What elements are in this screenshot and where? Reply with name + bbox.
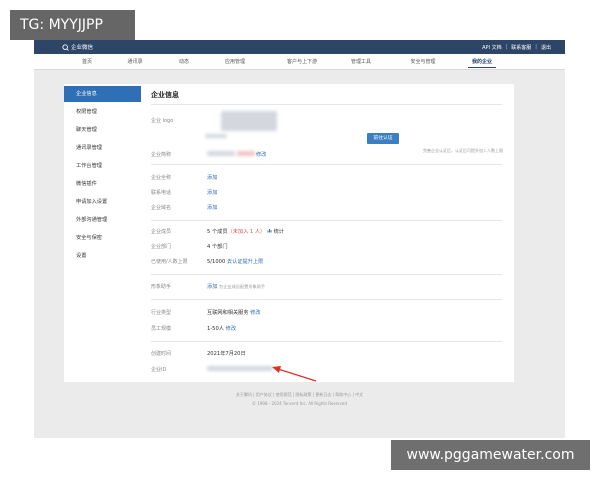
watermark-top-left: TG: MYYJJPP [10, 10, 135, 40]
watermark-bottom-right: www.pggamewater.com [391, 440, 590, 470]
annotation-arrow-icon [272, 366, 317, 382]
footer-copyright: © 1998 - 2024 Tencent Inc. All Rights Re… [252, 401, 347, 406]
footer-links[interactable]: 关于腾讯 | 用户协议 | 使用规范 | 隐私政策 | 更新日志 | 帮助中心 … [34, 392, 565, 398]
screenshot-frame: 企业微信 API 文档 | 联系客服 | 退出 首页 通讯录 动态 应用管理 客… [34, 40, 565, 438]
